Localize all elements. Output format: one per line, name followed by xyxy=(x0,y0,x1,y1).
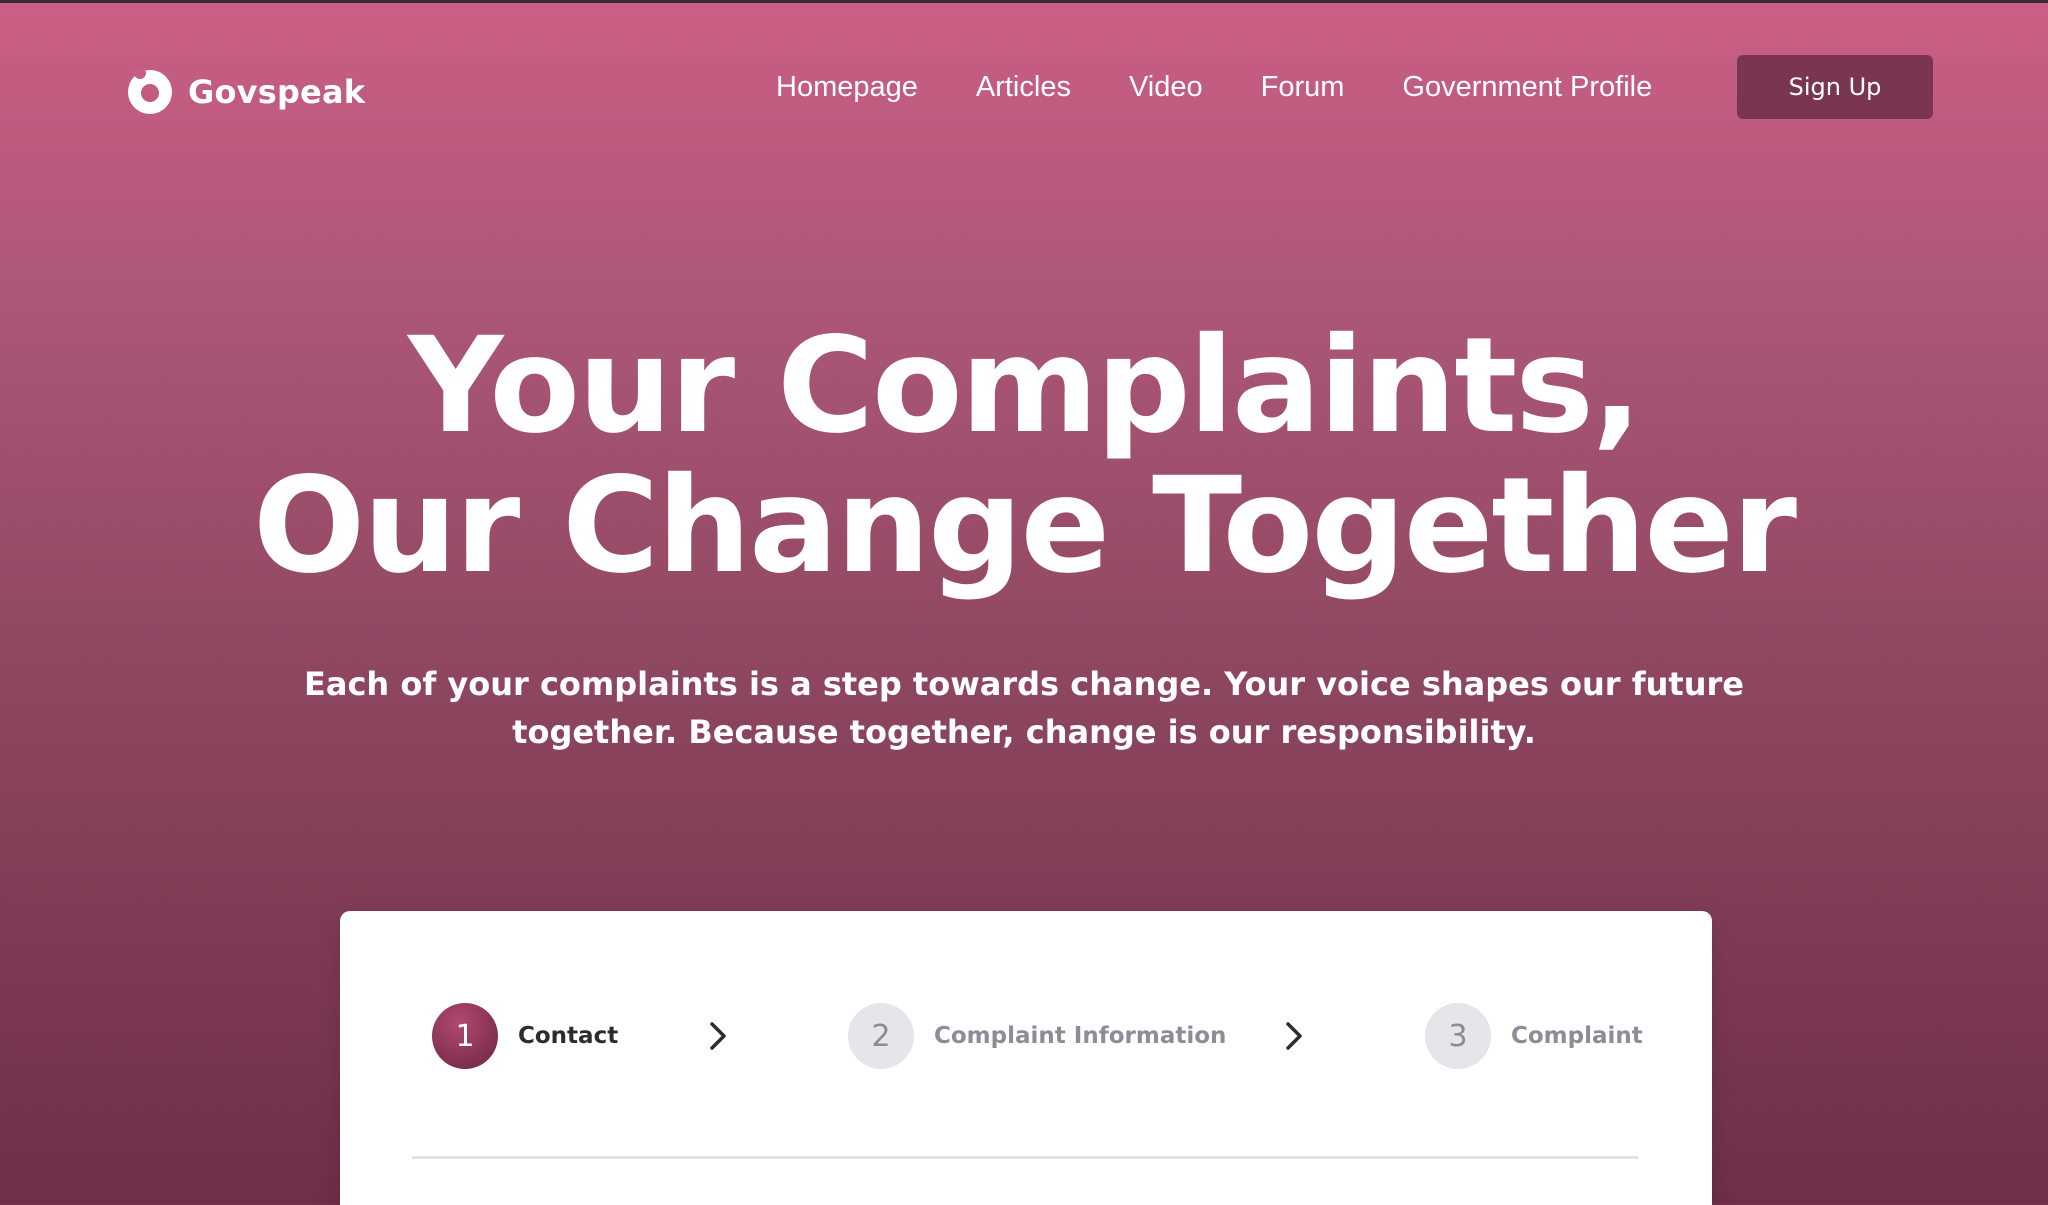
hero-title-line-1: Your Complaints, xyxy=(407,309,1642,463)
sign-up-button[interactable]: Sign Up xyxy=(1737,55,1933,119)
brand[interactable]: Govspeak xyxy=(128,67,366,114)
nav-link-forum[interactable]: Forum xyxy=(1261,66,1345,108)
step-complaint[interactable]: 3 Complaint xyxy=(1425,1003,1643,1069)
hero-title: Your Complaints, Our Change Together xyxy=(0,316,2048,596)
step-label: Complaint xyxy=(1511,1023,1643,1049)
step-label: Complaint Information xyxy=(934,1023,1227,1049)
hero-subtitle-line-2: together. Because together, change is ou… xyxy=(512,713,1536,751)
hero-title-line-2: Our Change Together xyxy=(252,449,1797,603)
step-label: Contact xyxy=(518,1023,619,1049)
step-number-badge: 1 xyxy=(432,1003,498,1069)
form-divider xyxy=(412,1156,1638,1159)
form-stepper: 1 Contact 2 Complaint Information 3 Comp… xyxy=(432,1003,1643,1069)
brand-name: Govspeak xyxy=(188,73,366,111)
govspeak-logo-icon xyxy=(128,67,172,114)
nav-link-homepage[interactable]: Homepage xyxy=(776,66,918,108)
step-number-badge: 3 xyxy=(1425,1003,1491,1069)
top-navigation: Govspeak Homepage Articles Video Forum G… xyxy=(0,0,2048,176)
step-number-badge: 2 xyxy=(848,1003,914,1069)
complaint-form-card: 1 Contact 2 Complaint Information 3 Comp… xyxy=(340,911,1712,1205)
nav-link-articles[interactable]: Articles xyxy=(976,66,1071,108)
step-contact[interactable]: 1 Contact xyxy=(432,1003,618,1069)
hero-subtitle: Each of your complaints is a step toward… xyxy=(260,660,1788,756)
hero-subtitle-line-1: Each of your complaints is a step toward… xyxy=(304,665,1744,703)
step-complaint-information[interactable]: 2 Complaint Information xyxy=(848,1003,1226,1069)
nav-link-video[interactable]: Video xyxy=(1129,66,1203,108)
nav-links: Homepage Articles Video Forum Government… xyxy=(776,66,1652,108)
nav-link-government-profile[interactable]: Government Profile xyxy=(1402,66,1652,108)
chevron-right-icon xyxy=(1286,1022,1302,1050)
chevron-right-icon xyxy=(710,1022,726,1050)
